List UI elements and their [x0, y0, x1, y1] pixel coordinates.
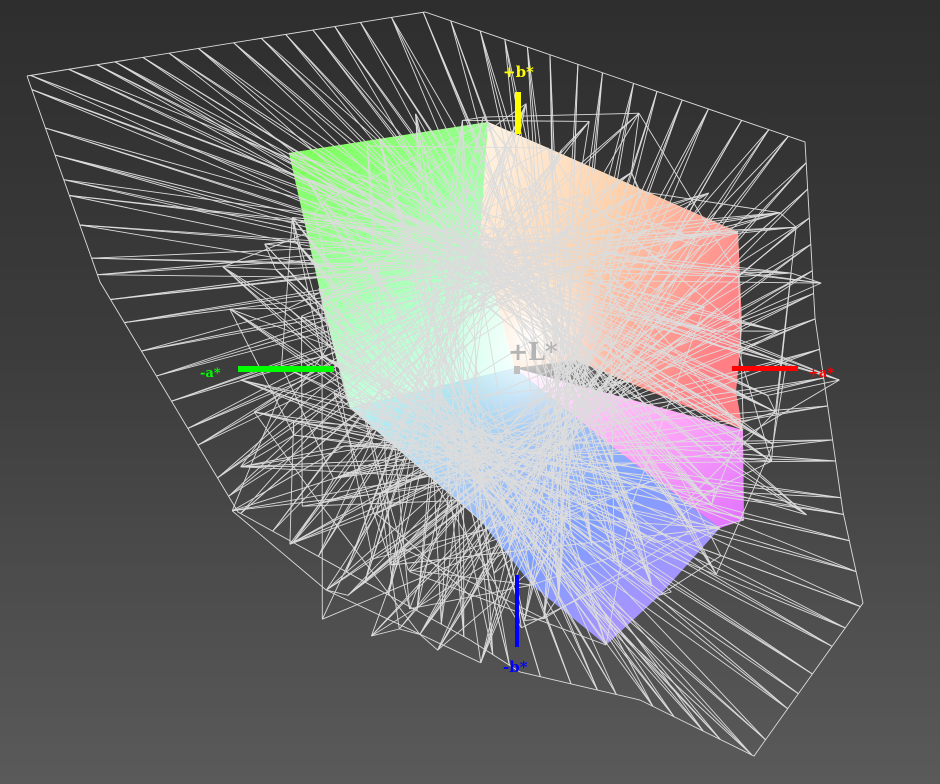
wireframe-edge	[462, 119, 590, 122]
l-axis-label: +L*	[508, 337, 558, 366]
wireframe-edge	[524, 618, 544, 621]
neg-b-axis-label: -b*	[503, 658, 528, 676]
color-gamut-scene: +b* -b* -a* +a* +L*	[26, 11, 864, 757]
wireframe-edge	[409, 584, 533, 610]
wireframe-edge	[289, 420, 295, 545]
neg-b-axis-line	[515, 575, 519, 647]
pos-b-axis-line	[515, 92, 521, 134]
wireframe-edge	[371, 628, 400, 637]
gamut-3d-viewport[interactable]: +b* -b* -a* +a* +L*	[0, 0, 940, 784]
l-axis-origin-marker	[514, 366, 520, 374]
neg-a-axis-line	[238, 366, 334, 372]
wireframe-edge	[319, 503, 421, 635]
pos-a-axis-label: +a*	[808, 366, 834, 381]
pos-a-axis-line	[732, 366, 798, 371]
neg-a-axis-label: -a*	[200, 366, 221, 381]
wireframe-edge	[779, 212, 797, 228]
wireframe-edge	[419, 634, 438, 651]
pos-b-axis-label: +b*	[503, 63, 534, 81]
wireframe-edge	[222, 266, 276, 270]
wireframe-edge	[326, 589, 349, 596]
wireframe-edge	[470, 596, 482, 663]
